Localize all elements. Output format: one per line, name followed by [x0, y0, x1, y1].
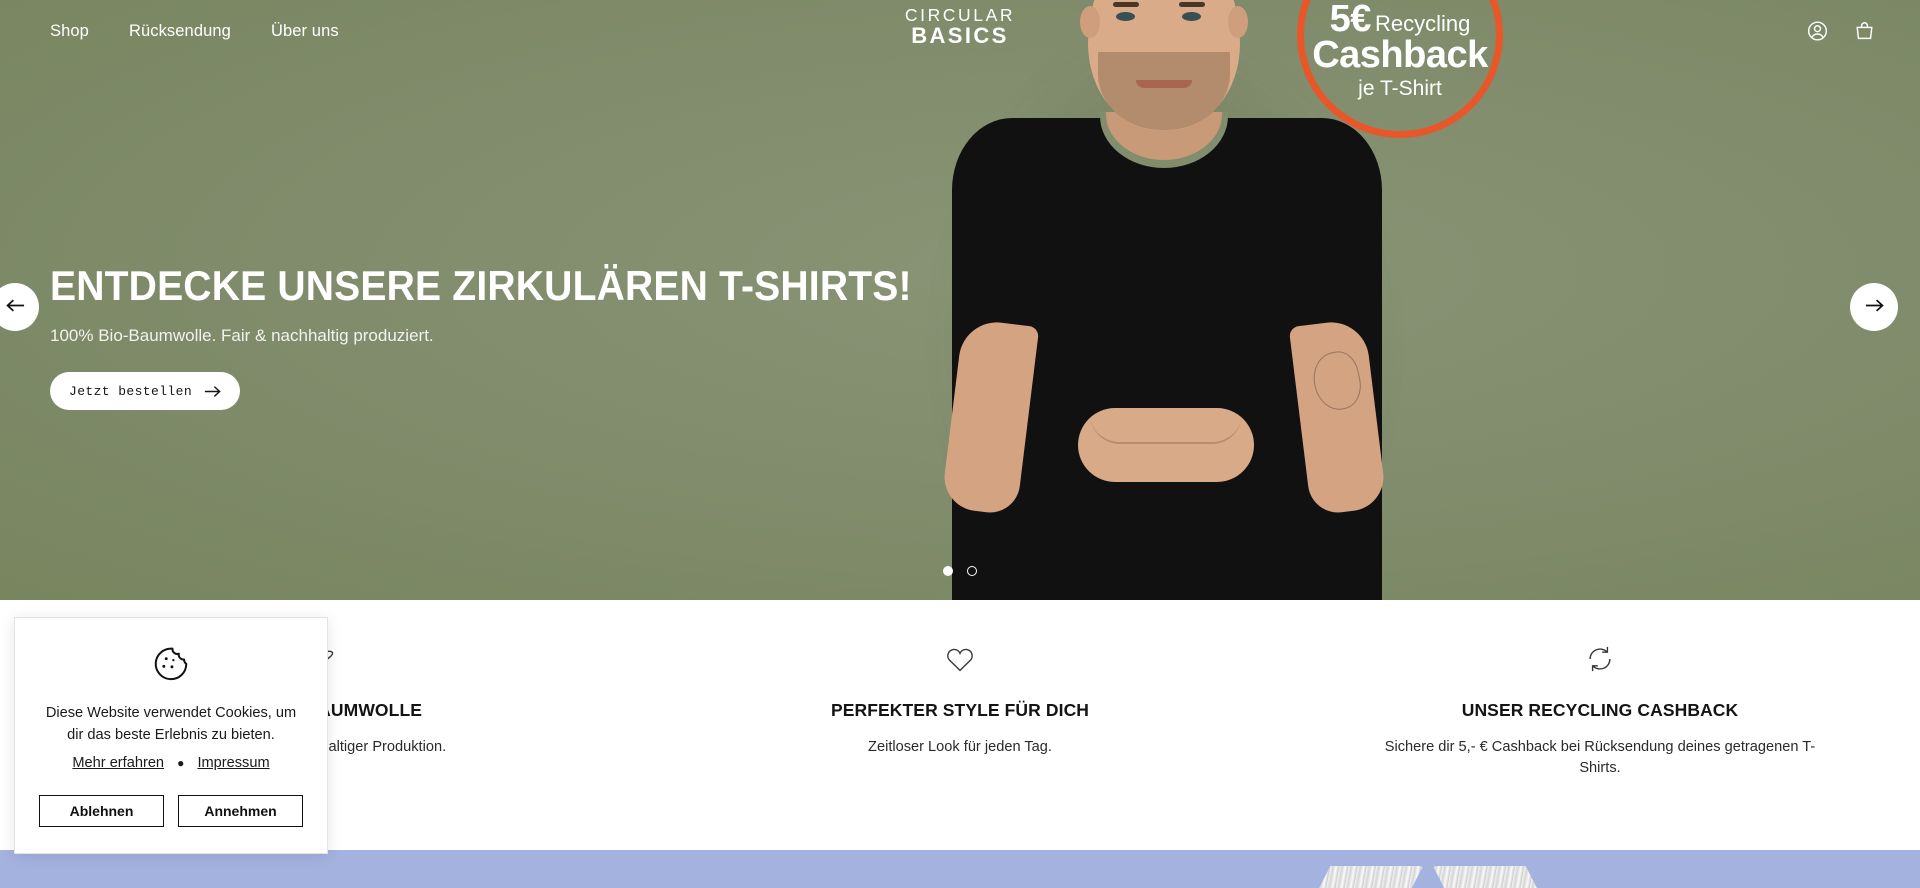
brand-logo-line1: CIRCULAR [904, 5, 1016, 25]
cookie-accept-button[interactable]: Annehmen [178, 795, 303, 828]
hero-copy: ENTDECKE UNSERE ZIRKULÄREN T-SHIRTS! 100… [50, 262, 977, 410]
hero-carousel: 5€ Recycling Cashback je T-Shirt Shop Rüc… [0, 0, 1920, 600]
hero-subline: 100% Bio-Baumwolle. Fair & nachhaltig pr… [50, 326, 434, 345]
hero-headline: ENTDECKE UNSERE ZIRKULÄREN T-SHIRTS! [50, 262, 912, 309]
badge-line3: je T-Shirt [1358, 77, 1442, 100]
blue-promo-section [0, 850, 1920, 888]
heart-icon [640, 642, 1280, 676]
carousel-next-button[interactable] [1850, 283, 1898, 331]
main-navigation: Shop Rücksendung Über uns [50, 22, 339, 41]
arrow-right-icon [204, 385, 221, 398]
cookie-imprint-link[interactable]: Impressum [197, 755, 269, 771]
brand-logo[interactable]: CIRCULAR BASICS [904, 5, 1016, 49]
carousel-dot-1[interactable] [943, 566, 953, 576]
user-circle-icon[interactable] [1806, 20, 1829, 43]
feature-description: Zeitloser Look für jeden Tag. [868, 739, 1052, 755]
brand-logo-line2: BASICS [911, 23, 1009, 49]
cookie-decline-button[interactable]: Ablehnen [39, 795, 164, 828]
cookie-consent-banner: Diese Website verwendet Cookies, um dir … [14, 617, 328, 855]
feature-description: Sichere dir 5,- € Cashback bei Rücksendu… [1384, 739, 1816, 776]
cookie-banner-text: Diese Website verwendet Cookies, um dir … [45, 705, 297, 744]
site-header: Shop Rücksendung Über uns CIRCULAR BASIC… [0, 0, 1920, 62]
feature-item-recycling-cashback: UNSER RECYCLING CASHBACK Sichere dir 5,-… [1280, 600, 1920, 778]
feature-item-perfekter-style: PERFEKTER STYLE FÜR DICH Zeitloser Look … [640, 600, 1280, 758]
feature-title: PERFEKTER STYLE FÜR DICH [830, 700, 1090, 720]
feature-title: UNSER RECYCLING CASHBACK [1461, 700, 1739, 720]
carousel-dots [943, 566, 977, 576]
hero-cta-label: Jetzt bestellen [69, 383, 193, 399]
hero-cta-button[interactable]: Jetzt bestellen [50, 372, 241, 410]
nav-item-shop[interactable]: Shop [50, 22, 89, 41]
carousel-dot-2[interactable] [967, 566, 977, 576]
product-image [1310, 866, 1546, 888]
cookie-more-info-link[interactable]: Mehr erfahren [72, 755, 164, 771]
cookie-link-separator: ● [177, 756, 185, 771]
cookie-icon [39, 642, 303, 684]
nav-item-ruecksendung[interactable]: Rücksendung [129, 22, 231, 41]
arrow-left-icon [5, 298, 25, 316]
arrow-right-icon [1865, 298, 1884, 316]
shopping-bag-icon[interactable] [1853, 20, 1876, 43]
recycle-refresh-icon [1280, 642, 1920, 676]
page-root: 5€ Recycling Cashback je T-Shirt Shop Rüc… [0, 0, 1920, 888]
nav-item-ueber-uns[interactable]: Über uns [271, 22, 339, 41]
